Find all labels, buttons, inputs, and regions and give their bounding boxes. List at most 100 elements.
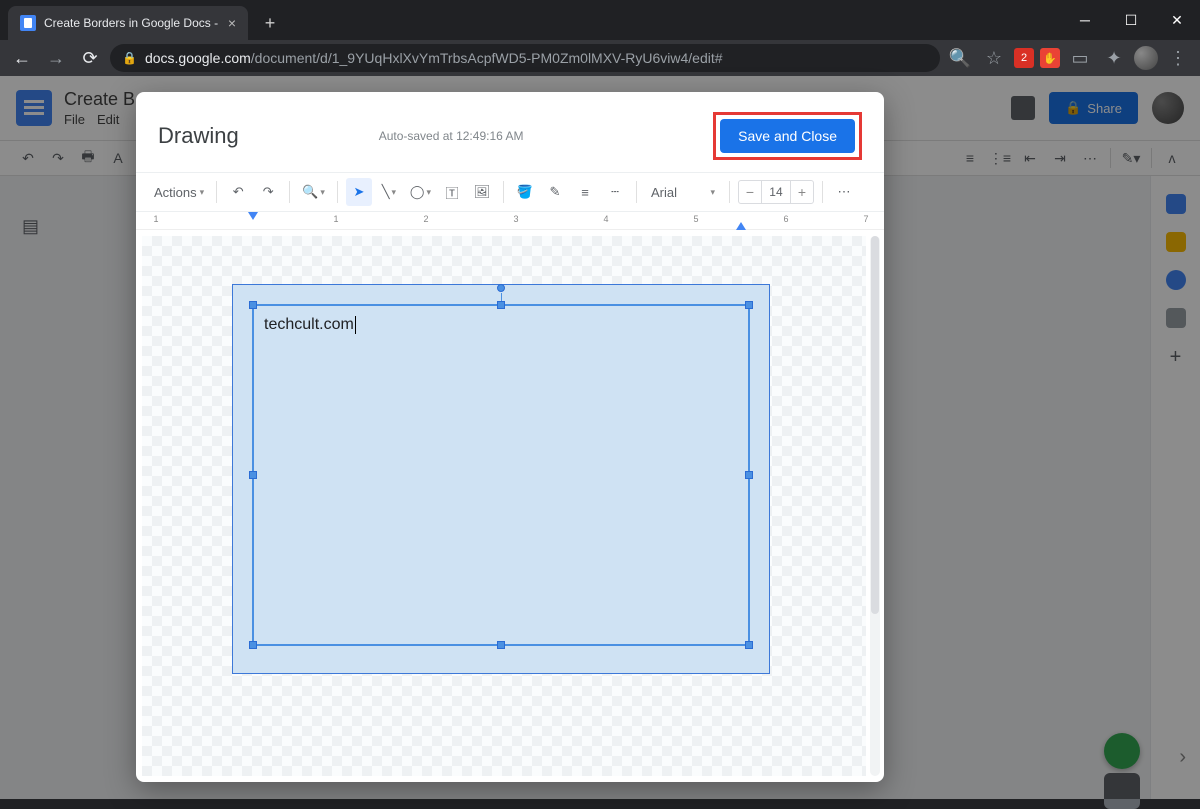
- keep-addon-icon[interactable]: [1166, 232, 1186, 252]
- resize-handle-br[interactable]: [745, 641, 753, 649]
- cast-icon[interactable]: ▭: [1066, 44, 1094, 72]
- lock-icon: 🔒: [1065, 100, 1081, 116]
- rotate-handle[interactable]: [497, 284, 505, 292]
- increase-indent-icon[interactable]: ⇥: [1050, 148, 1070, 168]
- border-dash-button[interactable]: ┄: [602, 178, 628, 206]
- resize-handle-tl[interactable]: [249, 301, 257, 309]
- font-family-select[interactable]: Arial▾: [645, 178, 721, 206]
- resize-handle-mr[interactable]: [745, 471, 753, 479]
- browser-menu-icon[interactable]: ⋮: [1164, 44, 1192, 72]
- editing-mode-icon[interactable]: ✎▾: [1121, 148, 1141, 168]
- account-avatar[interactable]: [1152, 92, 1184, 124]
- calendar-addon-icon[interactable]: [1166, 194, 1186, 214]
- more-toolbar-icon[interactable]: ⋯: [1080, 148, 1100, 168]
- bulleted-list-icon[interactable]: ≡: [960, 148, 980, 168]
- contacts-addon-icon[interactable]: [1166, 308, 1186, 328]
- search-icon[interactable]: 🔍: [946, 44, 974, 72]
- extension-todoist-icon[interactable]: 2: [1014, 48, 1034, 68]
- url-path: /document/d/1_9YUqHxlXvYmTrbsAcpfWD5-PM0…: [251, 50, 723, 66]
- scrollbar-thumb[interactable]: [871, 236, 879, 614]
- font-size-value[interactable]: 14: [761, 181, 791, 203]
- window-maximize-button[interactable]: ☐: [1108, 0, 1154, 40]
- drawing-title: Drawing: [158, 123, 239, 149]
- resize-handle-ml[interactable]: [249, 471, 257, 479]
- font-size-increase[interactable]: +: [791, 184, 813, 200]
- border-color-button[interactable]: ✎: [542, 178, 568, 206]
- drawing-toolbar: Actions▾ ↶ ↷ 🔍 ➤ ╲ ◯ 🅃 🖼 🪣 ✎ ≡ ┄ Arial▾ …: [136, 172, 884, 212]
- star-icon[interactable]: ☆: [980, 44, 1008, 72]
- redo-button[interactable]: ↷: [255, 178, 281, 206]
- drawing-dialog: Drawing Auto-saved at 12:49:16 AM Save a…: [136, 92, 884, 782]
- browser-tab[interactable]: Create Borders in Google Docs - ×: [8, 6, 248, 40]
- menu-file[interactable]: File: [64, 112, 85, 127]
- text-box[interactable]: techcult.com: [252, 304, 750, 646]
- decrease-indent-icon[interactable]: ⇤: [1020, 148, 1040, 168]
- resize-handle-bm[interactable]: [497, 641, 505, 649]
- comments-icon[interactable]: [1011, 96, 1035, 120]
- undo-button[interactable]: ↶: [225, 178, 251, 206]
- extension-adblock-icon[interactable]: ✋: [1040, 48, 1060, 68]
- window-controls: ─ ☐ ✕: [1062, 0, 1200, 40]
- drawing-canvas[interactable]: techcult.com: [142, 236, 866, 776]
- textbox-text[interactable]: techcult.com: [264, 316, 356, 334]
- window-close-button[interactable]: ✕: [1154, 0, 1200, 40]
- canvas-scrollbar[interactable]: [870, 236, 880, 776]
- shape-tool[interactable]: ◯: [406, 178, 435, 206]
- resize-handle-bl[interactable]: [249, 641, 257, 649]
- side-panel: +: [1150, 176, 1200, 799]
- save-and-close-button[interactable]: Save and Close: [720, 119, 855, 153]
- add-addon-button[interactable]: +: [1170, 346, 1182, 369]
- autosave-status: Auto-saved at 12:49:16 AM: [379, 129, 524, 143]
- hide-side-panel-button[interactable]: ›: [1179, 746, 1186, 769]
- drawing-dialog-header: Drawing Auto-saved at 12:49:16 AM Save a…: [136, 92, 884, 172]
- paint-format-icon[interactable]: A: [108, 148, 128, 168]
- textbox-tool[interactable]: 🅃: [439, 178, 465, 206]
- url-host: docs.google.com: [145, 50, 251, 66]
- url-input[interactable]: 🔒 docs.google.com/document/d/1_9YUqHxlXv…: [110, 44, 940, 72]
- tasks-addon-icon[interactable]: [1166, 270, 1186, 290]
- print-icon[interactable]: 🖶: [78, 148, 98, 168]
- document-title[interactable]: Create B: [64, 89, 135, 110]
- grammarly-badge-icon[interactable]: [1104, 733, 1140, 769]
- numbered-list-icon[interactable]: ⋮≡: [990, 148, 1010, 168]
- drawing-canvas-area: techcult.com: [136, 230, 884, 782]
- explore-button[interactable]: [1104, 773, 1140, 809]
- tab-close-icon[interactable]: ×: [228, 15, 236, 31]
- nav-reload-button[interactable]: ⟳: [76, 44, 104, 72]
- docs-favicon-icon: [20, 15, 36, 31]
- profile-avatar[interactable]: [1134, 46, 1158, 70]
- border-weight-button[interactable]: ≡: [572, 178, 598, 206]
- actions-menu[interactable]: Actions▾: [150, 178, 208, 206]
- horizontal-ruler[interactable]: 1 1 2 3 4 5 6 7: [136, 212, 884, 230]
- font-size-decrease[interactable]: −: [739, 184, 761, 200]
- font-size-stepper[interactable]: − 14 +: [738, 180, 814, 204]
- redo-icon[interactable]: ↷: [48, 148, 68, 168]
- image-tool[interactable]: 🖼: [469, 178, 495, 206]
- left-indent-marker[interactable]: [248, 212, 258, 220]
- line-tool[interactable]: ╲: [376, 178, 402, 206]
- nav-back-button[interactable]: ←: [8, 44, 36, 72]
- browser-extensions: 🔍 ☆ 2 ✋ ▭ ✦ ⋮: [946, 44, 1192, 72]
- text-cursor: [355, 316, 356, 334]
- fill-color-button[interactable]: 🪣: [512, 178, 538, 206]
- select-tool[interactable]: ➤: [346, 178, 372, 206]
- new-tab-button[interactable]: +: [256, 9, 284, 37]
- save-close-highlight: Save and Close: [713, 112, 862, 160]
- document-outline-icon[interactable]: ▤: [22, 216, 39, 237]
- menu-edit[interactable]: Edit: [97, 112, 119, 127]
- collapse-toolbar-icon[interactable]: ʌ: [1162, 148, 1182, 168]
- undo-icon[interactable]: ↶: [18, 148, 38, 168]
- more-options-button[interactable]: ⋯: [831, 178, 857, 206]
- zoom-menu[interactable]: 🔍: [298, 178, 329, 206]
- nav-forward-button[interactable]: →: [42, 44, 70, 72]
- docs-logo-icon[interactable]: [16, 90, 52, 126]
- extensions-puzzle-icon[interactable]: ✦: [1100, 44, 1128, 72]
- right-indent-marker[interactable]: [736, 222, 746, 230]
- resize-handle-tm[interactable]: [497, 301, 505, 309]
- window-minimize-button[interactable]: ─: [1062, 0, 1108, 40]
- resize-handle-tr[interactable]: [745, 301, 753, 309]
- share-button[interactable]: 🔒 Share: [1049, 92, 1138, 124]
- tab-title: Create Borders in Google Docs -: [44, 16, 218, 30]
- browser-titlebar: Create Borders in Google Docs - × + ─ ☐ …: [0, 0, 1200, 40]
- browser-address-bar: ← → ⟳ 🔒 docs.google.com/document/d/1_9YU…: [0, 40, 1200, 76]
